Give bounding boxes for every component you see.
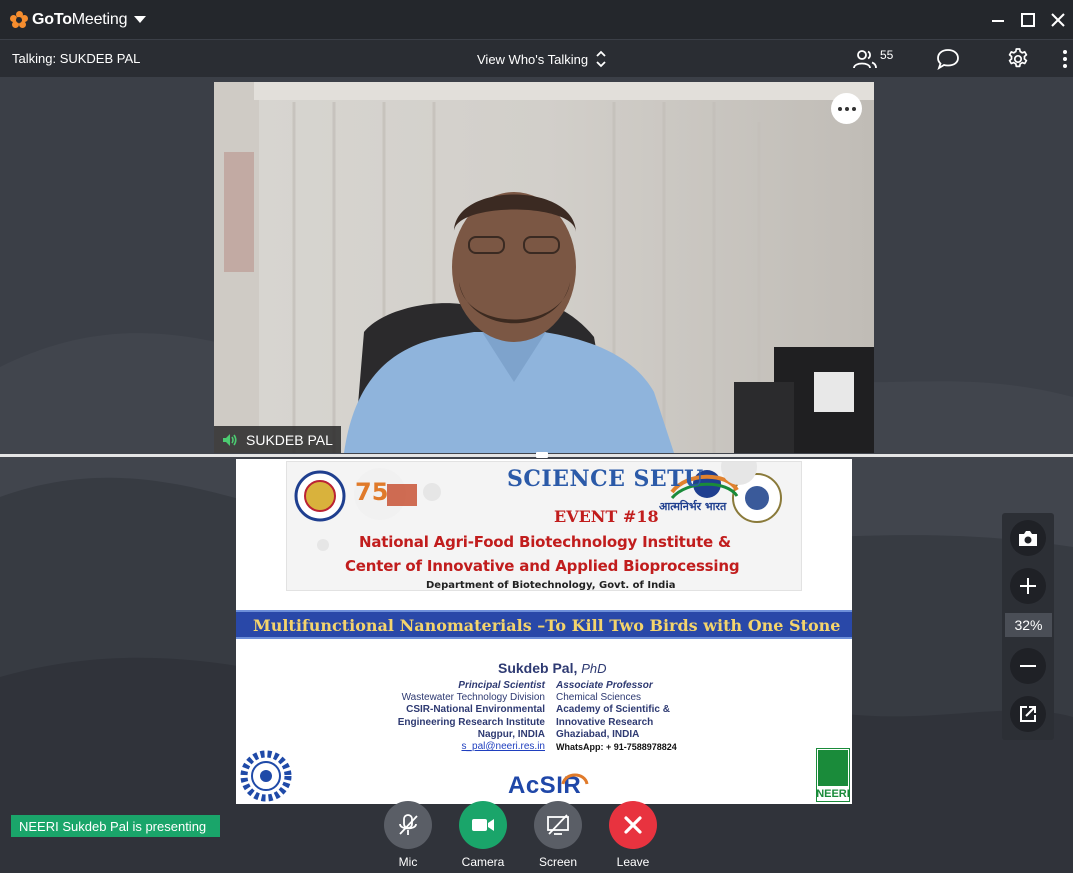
participants-button[interactable]: 55 <box>853 47 893 71</box>
left-org-2: Engineering Research Institute <box>397 716 545 728</box>
popout-icon <box>1020 706 1036 722</box>
neeri-logo: NEERI <box>816 748 850 802</box>
chat-bubble-icon <box>937 49 959 70</box>
participants-count: 55 <box>880 48 894 62</box>
acsir-arc-icon <box>561 773 589 785</box>
view-mode-selector[interactable]: View Who's Talking <box>477 50 606 68</box>
video-camera-icon <box>472 819 494 831</box>
camera-snapshot-icon <box>1019 531 1037 546</box>
app-title: GoToMeeting <box>32 10 128 28</box>
more-options-button[interactable] <box>1062 47 1068 71</box>
meeting-toolbar: Talking: SUKDEB PAL View Who's Talking 5… <box>0 39 1073 77</box>
title-bar: GoToMeeting <box>0 0 1073 39</box>
right-city: Ghaziabad, INDIA <box>556 728 640 740</box>
left-email: s_pal@neeri.res.in <box>461 741 545 753</box>
screen-button[interactable] <box>534 801 582 849</box>
zoom-out-button[interactable] <box>1010 648 1046 684</box>
x-close-icon <box>624 816 642 834</box>
participant-name: SUKDEB PAL <box>246 431 333 448</box>
caret-down-icon <box>134 16 147 23</box>
minus-icon <box>1020 665 1036 667</box>
right-affiliation: Associate Professor Chemical Sciences Ac… <box>556 680 677 753</box>
video-more-button[interactable] <box>831 93 862 124</box>
popout-button[interactable] <box>1010 696 1046 732</box>
zoom-panel: 32% <box>1002 513 1054 740</box>
close-icon <box>1051 12 1065 27</box>
talking-indicator: Talking: SUKDEB PAL <box>12 51 141 66</box>
banner-title: SCIENCE SETU <box>507 466 704 492</box>
right-org-2: Innovative Research <box>556 716 654 728</box>
divider-handle[interactable] <box>536 452 548 458</box>
presenting-indicator: NEERI Sukdeb Pal is presenting <box>11 815 221 837</box>
camera-control[interactable]: Camera <box>448 801 518 869</box>
neeri-emblem-icon <box>818 750 848 786</box>
left-city: Nagpur, INDIA <box>477 728 545 740</box>
video-feed <box>214 82 874 453</box>
minimize-button[interactable] <box>983 0 1013 39</box>
banner-line-3: Department of Biotechnology, Govt. of In… <box>426 580 676 591</box>
app-menu[interactable]: GoToMeeting <box>10 10 147 29</box>
neeri-label: NEERI <box>816 788 850 800</box>
speaker-name: Sukdeb Pal, PhD <box>498 660 607 676</box>
vertical-dots-icon <box>1063 50 1067 68</box>
leave-control[interactable]: Leave <box>598 801 668 869</box>
right-phone: WhatsApp: + 91-7588978824 <box>556 742 677 753</box>
gotomeeting-logo-icon <box>10 10 28 29</box>
svg-text:75: 75 <box>355 478 388 506</box>
csir-logo-icon <box>240 750 292 802</box>
leave-label: Leave <box>616 855 650 869</box>
participant-video[interactable]: SUKDEB PAL <box>214 82 874 453</box>
maximize-icon <box>1021 12 1035 27</box>
settings-button[interactable] <box>1006 47 1030 71</box>
snapshot-button[interactable] <box>1010 520 1046 556</box>
banner-event: EVENT #18 <box>554 507 659 526</box>
screen-share-off-icon <box>547 814 569 835</box>
right-dept: Chemical Sciences <box>556 692 642 704</box>
leave-button[interactable] <box>609 801 657 849</box>
left-dept: Wastewater Technology Division <box>401 692 545 704</box>
mic-control[interactable]: Mic <box>373 801 443 869</box>
camera-label: Camera <box>461 855 505 869</box>
camera-button[interactable] <box>459 801 507 849</box>
left-role: Principal Scientist <box>458 680 545 691</box>
mic-label: Mic <box>398 855 418 869</box>
banner-line-2: Center of Innovative and Applied Bioproc… <box>345 557 740 575</box>
view-mode-label: View Who's Talking <box>477 51 589 67</box>
left-org-1: CSIR-National Environmental <box>406 704 545 716</box>
right-org-1: Academy of Scientific & <box>556 704 670 716</box>
close-button[interactable] <box>1043 0 1073 39</box>
minimize-icon <box>992 19 1004 22</box>
sort-arrows-icon <box>596 50 606 68</box>
zoom-in-button[interactable] <box>1010 568 1046 604</box>
maximize-button[interactable] <box>1013 0 1043 39</box>
talk-title-band: Multifunctional Nanomaterials –To Kill T… <box>236 610 852 639</box>
left-affiliation: Principal Scientist Wastewater Technolog… <box>398 680 545 753</box>
talk-title: Multifunctional Nanomaterials –To Kill T… <box>253 616 841 635</box>
svg-text:आत्मनिर्भर भारत: आत्मनिर्भर भारत <box>659 499 727 513</box>
screen-control[interactable]: Screen <box>523 801 593 869</box>
banner-line-1: National Agri-Food Biotechnology Institu… <box>359 533 731 551</box>
plus-icon <box>1020 578 1036 594</box>
gear-icon <box>1008 48 1028 68</box>
slide-banner: 75 आत्मनिर्भर भारत SCIENCE SETU EVENT #1… <box>286 461 802 591</box>
mic-button[interactable] <box>384 801 432 849</box>
zoom-level: 32% <box>1005 613 1052 637</box>
right-role: Associate Professor <box>556 680 653 691</box>
shared-screen: 75 आत्मनिर्भर भारत SCIENCE SETU EVENT #1… <box>236 459 852 804</box>
mic-muted-icon <box>399 814 418 835</box>
people-icon <box>853 50 877 69</box>
chat-button[interactable] <box>936 47 960 71</box>
screen-label: Screen <box>538 855 578 869</box>
participant-name-tag: SUKDEB PAL <box>214 426 341 453</box>
speaker-active-icon <box>223 433 237 446</box>
